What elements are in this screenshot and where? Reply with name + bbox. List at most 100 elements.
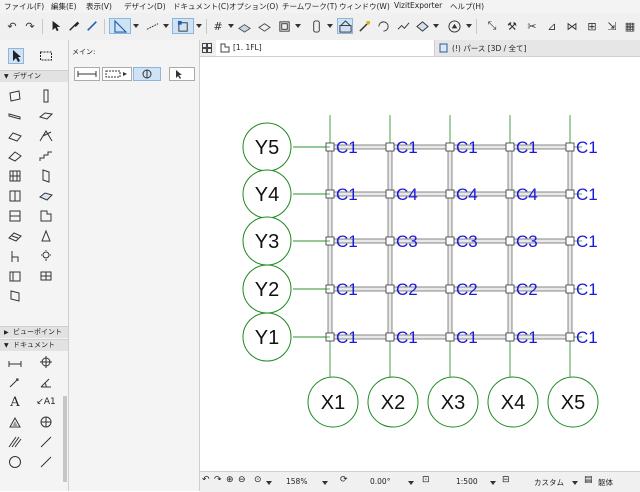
section-viewpoint[interactable]: ▶ ビューポイント [0, 326, 68, 338]
trace-icon[interactable] [236, 18, 252, 34]
angle-value[interactable]: 0.00° [370, 477, 390, 486]
offset-icon[interactable]: ⇲ [604, 18, 620, 34]
section-design[interactable]: ▼ デザイン [0, 70, 68, 82]
beam-grid-tool-icon[interactable] [38, 268, 54, 284]
tab-floor-plan[interactable]: [1. 1FL] × [216, 40, 444, 56]
connector-icon[interactable]: ⤡ [484, 18, 500, 34]
chevron-down-icon[interactable] [327, 24, 333, 28]
trim-icon[interactable]: ✂ [524, 18, 540, 34]
snap-icon[interactable] [142, 18, 162, 34]
menu-window[interactable]: ウィンドウ(W) [339, 1, 390, 12]
pen-set-icon[interactable] [308, 18, 324, 34]
zoom-in-icon[interactable]: ⊕ [226, 475, 234, 485]
model-view-icon[interactable]: ▤ [584, 475, 593, 485]
redo-icon[interactable]: ↷ [22, 18, 38, 34]
menu-teamwork[interactable]: チームワーク(T) [282, 1, 337, 12]
intersect-icon[interactable]: ⋈ [564, 18, 580, 34]
window-tool-icon[interactable] [7, 188, 23, 204]
beam-tool-icon[interactable] [7, 108, 23, 124]
floor-plan-icon[interactable] [337, 18, 353, 34]
section-icon[interactable] [414, 18, 430, 34]
pointer-icon[interactable] [48, 18, 64, 34]
door-tool-icon[interactable] [38, 168, 54, 184]
redo-zoom-icon[interactable]: ↷ [214, 475, 222, 485]
hatch-tool-icon[interactable] [7, 434, 23, 450]
column-tool-icon[interactable] [38, 88, 54, 104]
object-tool-icon[interactable] [38, 228, 54, 244]
display-option-value[interactable]: カスタム [534, 477, 564, 488]
roof-tool-icon[interactable] [7, 128, 23, 144]
scale-value[interactable]: 1:500 [456, 477, 478, 486]
mesh-tool-icon[interactable] [7, 228, 23, 244]
skylight-tool-icon[interactable] [38, 188, 54, 204]
snap-points-icon[interactable] [172, 18, 194, 34]
sun-icon[interactable] [395, 18, 411, 34]
circle-tool-icon[interactable] [7, 454, 23, 470]
guide-icon[interactable] [109, 18, 131, 34]
floor-plan-canvas[interactable]: C1 C1 C1 C1 C1 C1 C4 C4 C4 C1 C1 C3 C3 C3 C1 C1 C2 C2 C2 C1… [200, 57, 640, 471]
chevron-down-icon[interactable] [572, 481, 578, 485]
marquee-tool-icon[interactable] [38, 48, 54, 64]
curtain-wall-tool-icon[interactable] [7, 168, 23, 184]
fit-window-icon[interactable]: ⊙ [254, 475, 262, 485]
menu-edit[interactable]: 編集(E) [51, 1, 77, 12]
magic-wand-icon[interactable] [356, 18, 372, 34]
fill-tool-icon[interactable] [7, 414, 23, 430]
layer-combo-icon[interactable]: ⊟ [502, 475, 510, 485]
arrow-tool-icon[interactable] [8, 48, 24, 64]
wall-end-tool-icon[interactable] [7, 288, 23, 304]
ruler-icon[interactable]: ▦ [622, 18, 638, 34]
shell-tool-icon[interactable] [38, 128, 54, 144]
chevron-down-icon[interactable] [466, 24, 472, 28]
label-tool-icon[interactable]: ↙A1 [36, 394, 55, 410]
gravity-icon[interactable] [256, 18, 272, 34]
figure-tool-icon[interactable] [38, 414, 54, 430]
geometry-method-button[interactable] [74, 67, 100, 81]
opening-tool-icon[interactable] [7, 268, 23, 284]
menu-file[interactable]: ファイル(F) [4, 1, 44, 12]
chevron-down-icon[interactable] [196, 24, 202, 28]
undo-icon[interactable]: ↶ [4, 18, 20, 34]
navigator-icon[interactable] [446, 18, 462, 34]
menu-document[interactable]: ドキュメント(C) [173, 1, 229, 12]
dimension-tool-icon[interactable] [7, 354, 23, 370]
grid-view-icon[interactable] [202, 43, 212, 53]
stair-tool-icon[interactable] [38, 148, 54, 164]
wrench-icon[interactable]: ⚒ [504, 18, 520, 34]
chevron-down-icon[interactable] [490, 481, 496, 485]
scale-icon[interactable]: ⊡ [422, 475, 430, 485]
palette-scrollbar[interactable] [63, 396, 67, 482]
rotate-icon[interactable]: ⟳ [340, 475, 348, 485]
lamp-tool-icon[interactable] [38, 248, 54, 264]
chevron-down-icon[interactable] [133, 24, 139, 28]
chevron-down-icon[interactable] [322, 481, 328, 485]
menu-help[interactable]: ヘルプ(H) [450, 1, 484, 12]
tab-3d-view[interactable]: (!) パース [3D / 全て] [434, 40, 640, 56]
split-icon[interactable]: ⊿ [544, 18, 560, 34]
layers-icon[interactable] [276, 18, 292, 34]
chevron-down-icon[interactable] [228, 24, 234, 28]
menu-design[interactable]: デザイン(D) [124, 1, 166, 12]
eyedropper-icon[interactable] [66, 18, 82, 34]
menu-options[interactable]: オプション(O) [229, 1, 278, 12]
angle-dimension-tool-icon[interactable] [38, 374, 54, 390]
grid-icon[interactable]: # [210, 18, 226, 34]
selection-method-button[interactable] [102, 67, 132, 81]
structure-option-value[interactable]: 躯体 [598, 477, 613, 488]
snap-mode-button[interactable] [133, 67, 161, 81]
wall-tool-icon[interactable] [7, 88, 23, 104]
radial-dimension-tool-icon[interactable] [7, 374, 23, 390]
adjust-icon[interactable]: ⊞ [584, 18, 600, 34]
chevron-down-icon[interactable] [433, 24, 439, 28]
zoom-value[interactable]: 158% [286, 477, 307, 486]
polyline-tool-icon[interactable] [38, 454, 54, 470]
structural-grid-drawing[interactable]: C1 C1 C1 C1 C1 C1 C4 C4 C4 C1 C1 C3 C3 C3 C1 C1 C2 C2 C2 C1… [200, 57, 640, 471]
section-document[interactable]: ▼ ドキュメント [0, 339, 68, 351]
menu-view[interactable]: 表示(V) [86, 1, 112, 12]
chevron-down-icon[interactable] [295, 24, 301, 28]
menu-vizitexporter[interactable]: VizitExporter [394, 1, 442, 10]
slab-tool-icon[interactable] [38, 108, 54, 124]
chevron-down-icon[interactable] [408, 481, 414, 485]
undo-zoom-icon[interactable]: ↶ [202, 475, 210, 485]
railing-tool-icon[interactable] [38, 208, 54, 224]
